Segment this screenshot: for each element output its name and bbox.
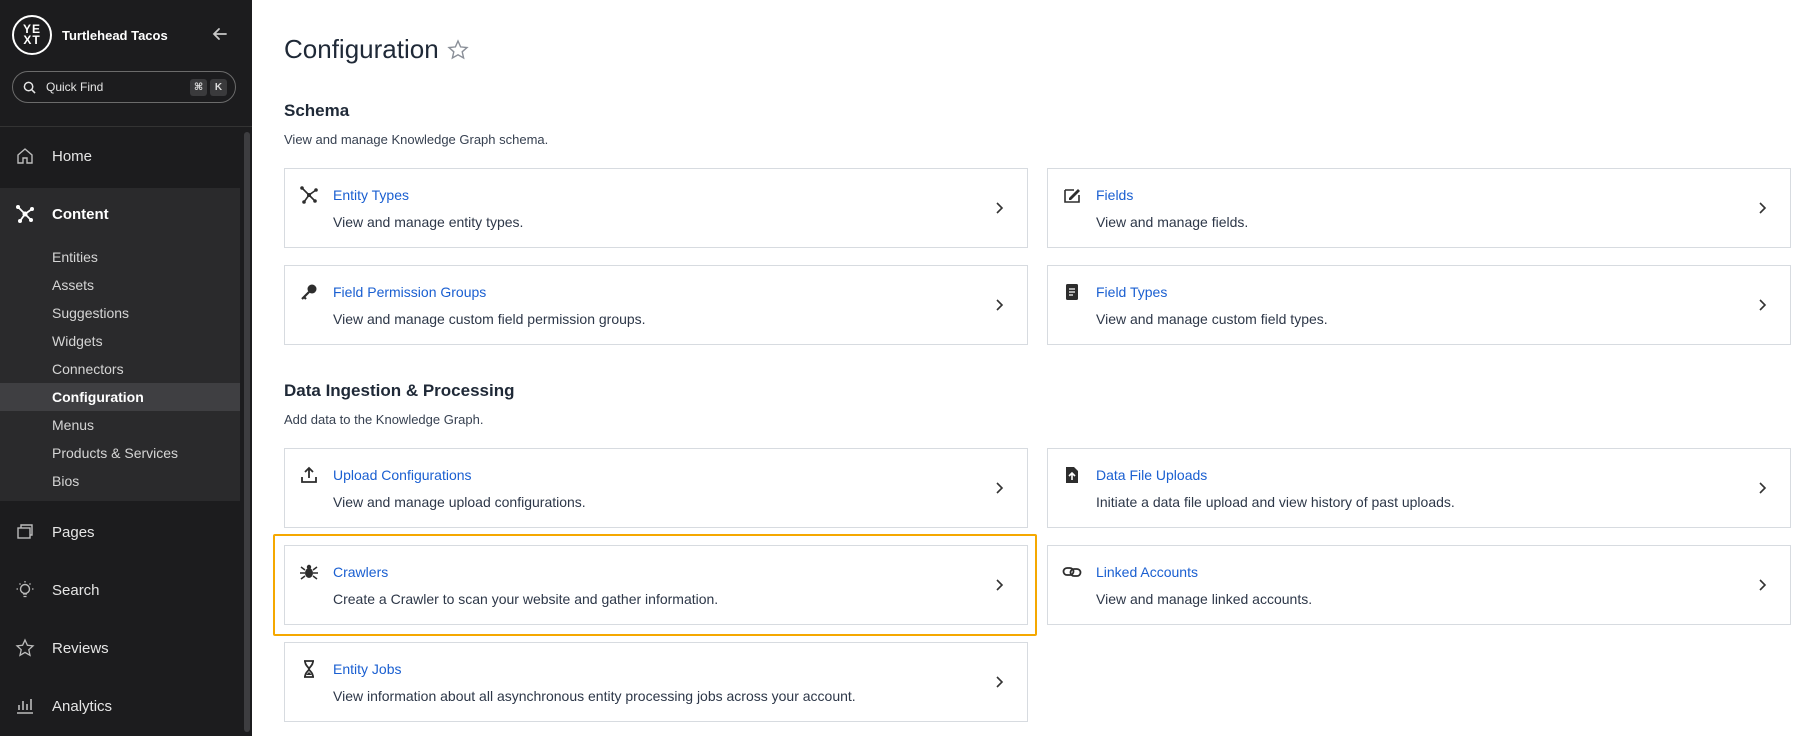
chevron-right-icon [1759,579,1767,591]
ingestion-section-desc: Add data to the Knowledge Graph. [284,412,484,427]
yext-logo[interactable]: YE XT [12,15,52,55]
card-title[interactable]: Linked Accounts [1096,564,1198,580]
card-title[interactable]: Upload Configurations [333,467,472,483]
sidebar-item-assets[interactable]: Assets [0,271,240,299]
upload-icon [301,466,317,483]
star-outline-icon [14,637,36,659]
card-title[interactable]: Data File Uploads [1096,467,1207,483]
card-title[interactable]: Fields [1096,187,1133,203]
sidebar-item-bios[interactable]: Bios [0,467,240,495]
card-entity-jobs[interactable]: Entity Jobs View information about all a… [284,642,1028,722]
sidebar-item-menus[interactable]: Menus [0,411,240,439]
card-desc: Initiate a data file upload and view his… [1096,494,1455,510]
hourglass-icon [304,660,314,678]
nav-search-label: Search [52,581,100,599]
schema-section-title: Schema [284,101,350,120]
nav-reviews-label: Reviews [52,639,109,657]
home-icon [14,145,36,167]
sidebar-item-configuration[interactable]: Configuration [0,383,240,411]
key-icon [301,284,317,300]
card-desc: View and manage custom field permission … [333,311,646,327]
spider-icon [300,564,318,580]
search-icon [23,81,36,94]
page-title: Configuration [284,34,469,65]
sidebar-item-suggestions[interactable]: Suggestions [0,299,240,327]
quick-find-label: Quick Find [46,80,104,94]
quick-find-input[interactable]: Quick Find ⌘ K [12,71,236,103]
chevron-right-icon [996,202,1004,214]
card-title[interactable]: Entity Types [333,187,409,203]
sidebar-divider [0,126,252,127]
card-desc: View and manage fields. [1096,214,1249,230]
card-title[interactable]: Field Permission Groups [333,284,486,300]
card-title[interactable]: Entity Jobs [333,661,401,677]
favorite-star-icon[interactable] [446,38,469,61]
ingestion-section-title: Data Ingestion & Processing [284,381,515,400]
fields-icon [1064,189,1080,203]
card-entity-types[interactable]: Entity Types View and manage entity type… [284,168,1028,248]
chevron-right-icon [1759,482,1767,494]
nav-content[interactable]: Content [0,189,240,239]
nav-pages[interactable]: Pages [0,507,240,557]
sidebar-header: YE XT Turtlehead Tacos [0,0,252,70]
nav-search[interactable]: Search [0,565,240,615]
content-icon [14,203,36,225]
lightbulb-icon [14,579,36,601]
card-data-file-uploads[interactable]: Data File Uploads Initiate a data file u… [1047,448,1791,528]
document-icon [1066,284,1078,300]
card-fields[interactable]: Fields View and manage fields. [1047,168,1791,248]
chevron-right-icon [996,482,1004,494]
chevron-right-icon [996,299,1004,311]
nav-analytics[interactable]: Analytics [0,681,240,731]
card-title[interactable]: Crawlers [333,564,388,580]
nav-reviews[interactable]: Reviews [0,623,240,673]
k-key: K [210,78,227,96]
card-desc: View information about all asynchronous … [333,688,856,704]
pages-icon [14,521,36,543]
nav-pages-label: Pages [52,523,95,541]
chevron-right-icon [1759,202,1767,214]
card-desc: View and manage linked accounts. [1096,591,1313,607]
nav-home-label: Home [52,147,93,165]
analytics-icon [14,695,36,717]
chevron-right-icon [996,579,1004,591]
sidebar-scrollbar[interactable] [244,132,250,732]
link-icon [1062,567,1082,577]
card-desc: View and manage entity types. [333,214,524,230]
card-linked-accounts[interactable]: Linked Accounts View and manage linked a… [1047,545,1791,625]
card-upload-configurations[interactable]: Upload Configurations View and manage up… [284,448,1028,528]
page-title-text: Configuration [284,34,439,64]
sidebar-item-connectors[interactable]: Connectors [0,355,240,383]
file-upload-icon [1066,467,1078,483]
card-crawlers[interactable]: Crawlers Create a Crawler to scan your w… [284,545,1028,625]
card-field-permission-groups[interactable]: Field Permission Groups View and manage … [284,265,1028,345]
entity-types-icon [300,186,318,204]
nav-content-label: Content [52,205,109,223]
nav-analytics-label: Analytics [52,697,113,715]
sidebar-item-widgets[interactable]: Widgets [0,327,240,355]
nav-home[interactable]: Home [0,131,240,181]
card-desc: Create a Crawler to scan your website an… [333,591,719,607]
main-content: Configuration Schema View and manage Kno… [252,0,1813,736]
chevron-right-icon [996,676,1004,688]
cmd-key: ⌘ [190,78,207,96]
card-field-types[interactable]: Field Types View and manage custom field… [1047,265,1791,345]
org-name: Turtlehead Tacos [62,27,168,43]
card-desc: View and manage custom field types. [1096,311,1328,327]
collapse-sidebar-icon[interactable] [210,24,230,44]
chevron-right-icon [1759,299,1767,311]
sidebar: YE XT Turtlehead Tacos Quick Find ⌘ K Hom… [0,0,252,736]
schema-section-desc: View and manage Knowledge Graph schema. [284,132,549,147]
sidebar-item-entities[interactable]: Entities [0,243,240,271]
card-desc: View and manage upload configurations. [333,494,586,510]
card-title[interactable]: Field Types [1096,284,1167,300]
sidebar-item-products-services[interactable]: Products & Services [0,439,240,467]
